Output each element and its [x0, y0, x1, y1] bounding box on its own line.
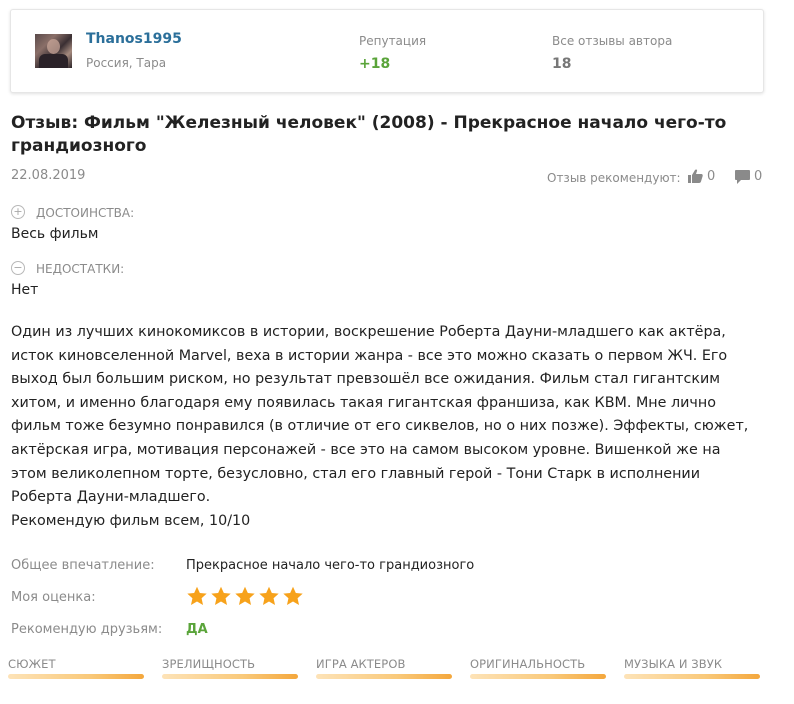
- author-card: Thanos1995 Россия, Тара Репутация +18 Вс…: [10, 9, 764, 93]
- star-icon: [259, 586, 279, 605]
- review-title: Отзыв: Фильм "Железный человек" (2008) -…: [11, 112, 731, 158]
- criterion-item: ОРИГИНАЛЬНОСТЬ: [470, 657, 606, 679]
- star-icon: [283, 586, 303, 605]
- criterion-item: ЗРЕЛИЩНОСТЬ: [162, 657, 298, 679]
- recommend-friends-label: Рекомендую друзьям:: [11, 622, 163, 637]
- review-body: Один из лучших кинокомиксов в истории, в…: [11, 321, 771, 533]
- criterion-bar: [624, 674, 760, 679]
- all-reviews-count[interactable]: 18: [552, 56, 571, 72]
- criterion-label: СЮЖЕТ: [8, 657, 56, 671]
- score-label: Моя оценка:: [11, 590, 96, 605]
- cons-text: Нет: [11, 282, 39, 298]
- star-icon: [235, 586, 255, 605]
- criterion-item: МУЗЫКА И ЗВУК: [624, 657, 760, 679]
- rating-stars: [186, 586, 304, 607]
- likes-count: 0: [707, 169, 716, 184]
- review-body-line: исток киновселенной Marvel, веха в истор…: [11, 347, 728, 364]
- star-icon: [211, 586, 231, 605]
- criterion-bar: [8, 674, 144, 679]
- pros-text: Весь фильм: [11, 226, 99, 242]
- criterion-bar: [162, 674, 298, 679]
- impression-value: Прекрасное начало чего-то грандиозного: [186, 558, 475, 573]
- review-title-line-2: грандиозного: [11, 136, 147, 156]
- criterion-bar: [316, 674, 452, 679]
- criterion-item: ИГРА АКТЕРОВ: [316, 657, 452, 679]
- pros-label: ДОСТОИНСТВА:: [36, 206, 135, 220]
- criterion-item: СЮЖЕТ: [8, 657, 144, 679]
- review-body-line: Роберта Дауни-младшего.: [11, 489, 211, 506]
- criterion-label: ОРИГИНАЛЬНОСТЬ: [470, 657, 586, 671]
- avatar[interactable]: [35, 34, 72, 68]
- reputation-label: Репутация: [359, 34, 427, 48]
- author-location: Россия, Тара: [86, 56, 167, 70]
- criterion-label: ИГРА АКТЕРОВ: [316, 657, 406, 671]
- plus-circle-icon: +: [11, 205, 25, 219]
- review-body-line: актёрская игра, мотивация персонажей - в…: [11, 441, 721, 458]
- criterion-bar: [470, 674, 606, 679]
- reputation-value: +18: [359, 56, 391, 72]
- thumbs-up-icon[interactable]: [688, 169, 703, 183]
- review-title-line-1: Отзыв: Фильм "Железный человек" (2008) -…: [11, 113, 727, 133]
- all-reviews-label[interactable]: Все отзывы автора: [552, 34, 672, 48]
- review-body-line: хитом, и именно благодаря ему появилась …: [11, 394, 716, 411]
- criterion-label: ЗРЕЛИЩНОСТЬ: [162, 657, 256, 671]
- author-name-link[interactable]: Thanos1995: [86, 31, 182, 47]
- criterion-label: МУЗЫКА И ЗВУК: [624, 657, 723, 671]
- review-date: 22.08.2019: [11, 168, 86, 183]
- cons-label: НЕДОСТАТКИ:: [36, 262, 125, 276]
- comments-count: 0: [754, 169, 763, 184]
- comment-icon[interactable]: [735, 170, 750, 184]
- review-body-line: выход был большим риском, но результат п…: [11, 371, 721, 388]
- recommend-friends-value: ДА: [186, 622, 208, 637]
- recommend-label: Отзыв рекомендуют:: [547, 171, 681, 185]
- criteria-ratings: СЮЖЕТ ЗРЕЛИЩНОСТЬ ИГРА АКТЕРОВ ОРИГИНАЛЬНОС…: [8, 657, 760, 683]
- review-body-line: этом великолепном торте, безусловно, ста…: [11, 465, 701, 482]
- impression-label: Общее впечатление:: [11, 558, 155, 573]
- review-body-line: Рекомендую фильм всем, 10/10: [11, 512, 251, 529]
- review-body-line: Один из лучших кинокомиксов в истории, в…: [11, 324, 726, 340]
- review-body-line: фильм тоже безумно понравился (в отличие…: [11, 418, 749, 435]
- minus-circle-icon: −: [11, 261, 25, 275]
- star-icon: [187, 586, 207, 605]
